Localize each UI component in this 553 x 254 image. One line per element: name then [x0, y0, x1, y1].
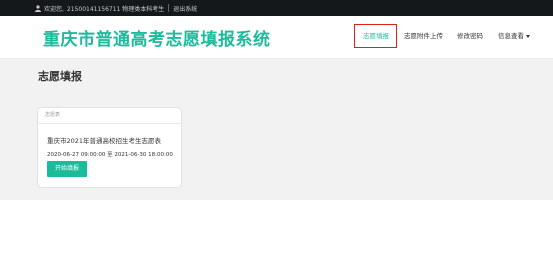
- divider: [168, 4, 170, 12]
- nav-item-change-password[interactable]: 修改密码: [457, 30, 483, 40]
- nav-item-info-view[interactable]: 信息查看: [498, 30, 530, 40]
- caret-down-icon: [526, 34, 530, 38]
- page-title: 志愿填报: [38, 70, 82, 83]
- user-info: 21500141156711 物理类本科考生: [66, 5, 165, 13]
- volunteer-form-card: 志愿表 重庆市2021年普通高校招生考生志愿表 2020-06-27 09:00…: [37, 107, 182, 188]
- start-fill-button[interactable]: 开始填报: [47, 161, 87, 177]
- nav-item-attachment-upload[interactable]: 志愿附件上传: [404, 30, 443, 40]
- header: 重庆市普通高考志愿填报系统 志愿填报 志愿附件上传 修改密码 信息查看: [0, 16, 553, 59]
- card-time-range: 2020-06-27 09:00:00 至 2021-06-30 18:00:0…: [47, 152, 173, 158]
- user-icon: [35, 4, 41, 12]
- logout-link[interactable]: 退出系统: [173, 4, 197, 13]
- card-title: 重庆市2021年普通高校招生考生志愿表: [47, 137, 162, 145]
- nav-item-info-view-label: 信息查看: [498, 32, 524, 40]
- welcome-text: 欢迎您,: [44, 5, 64, 13]
- top-bar: 欢迎您, 21500141156711 物理类本科考生 退出系统: [0, 0, 553, 16]
- main-content: 志愿填报 志愿表 重庆市2021年普通高校招生考生志愿表 2020-06-27 …: [0, 59, 553, 200]
- card-header: 志愿表: [38, 108, 181, 124]
- top-bar-content: 欢迎您, 21500141156711 物理类本科考生 退出系统: [35, 0, 197, 16]
- brand-title: 重庆市普通高考志愿填报系统: [43, 30, 271, 50]
- nav-item-zhiyuan-tianbao[interactable]: 志愿填报: [363, 30, 389, 40]
